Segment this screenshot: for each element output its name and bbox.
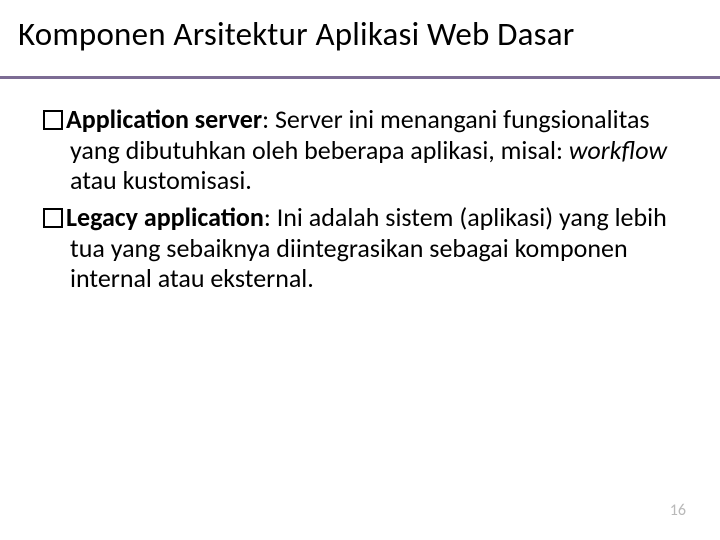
slide-body: Application server: Server ini menangani… xyxy=(44,104,676,300)
term-label: Legacy application xyxy=(66,201,264,233)
square-bullet-icon xyxy=(43,208,63,228)
slide-title: Komponen Arsitektur Aplikasi Web Dasar xyxy=(18,16,702,54)
bullet-item: Application server: Server ini menangani… xyxy=(44,104,676,196)
square-bullet-icon xyxy=(43,110,63,130)
bullet-item: Legacy application: Ini adalah sistem (a… xyxy=(44,202,676,294)
term-separator: : xyxy=(264,201,277,233)
page-number: 16 xyxy=(670,501,686,520)
slide: Komponen Arsitektur Aplikasi Web Dasar A… xyxy=(0,0,720,540)
title-underline xyxy=(0,76,720,79)
term-label: Application server xyxy=(66,103,262,135)
term-italic: workflow xyxy=(569,134,667,166)
term-separator: : xyxy=(262,103,275,135)
term-text-2: atau kustomisasi. xyxy=(70,164,252,196)
